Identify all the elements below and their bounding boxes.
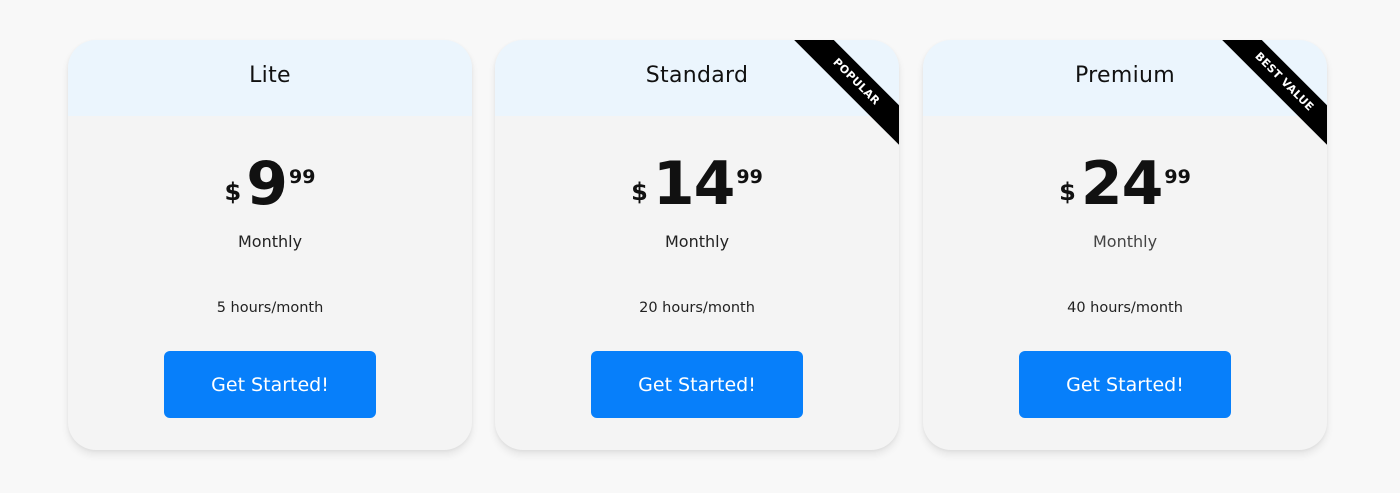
plan-feature: 5 hours/month xyxy=(216,300,324,316)
plan-name: Premium xyxy=(1075,62,1175,88)
price: $ 9 99 xyxy=(68,150,472,222)
get-started-button[interactable]: Get Started! xyxy=(1019,351,1231,418)
plan-name: Standard xyxy=(645,62,749,88)
price-amount: 14 xyxy=(652,149,735,219)
currency-symbol: $ xyxy=(1059,178,1076,206)
price: $ 24 99 xyxy=(923,150,1327,222)
plan-feature: 20 hours/month xyxy=(639,300,755,316)
price-cents: 99 xyxy=(1164,166,1191,188)
get-started-button[interactable]: Get Started! xyxy=(164,351,376,418)
pricing-card-lite: Lite $ 9 99 Monthly 5 hours/month Get St… xyxy=(68,40,472,450)
billing-period: Monthly xyxy=(237,232,303,251)
price-cents: 99 xyxy=(736,166,763,188)
plan-feature: 40 hours/month xyxy=(1067,300,1183,316)
plan-name: Lite xyxy=(249,62,291,88)
price: $ 14 99 xyxy=(495,150,899,222)
currency-symbol: $ xyxy=(631,178,648,206)
price-amount: 9 xyxy=(246,149,288,219)
pricing-table: Lite $ 9 99 Monthly 5 hours/month Get St… xyxy=(0,0,1400,493)
pricing-card-premium: Premium BEST VALUE $ 24 99 Monthly 40 ho… xyxy=(923,40,1327,450)
billing-period: Monthly xyxy=(664,232,730,251)
price-cents: 99 xyxy=(289,166,316,188)
pricing-card-standard: Standard POPULAR $ 14 99 Monthly 20 hour… xyxy=(495,40,899,450)
card-header: Lite xyxy=(68,40,472,116)
billing-period: Monthly xyxy=(1092,232,1158,251)
price-amount: 24 xyxy=(1080,149,1163,219)
currency-symbol: $ xyxy=(224,178,242,206)
get-started-button[interactable]: Get Started! xyxy=(591,351,803,418)
